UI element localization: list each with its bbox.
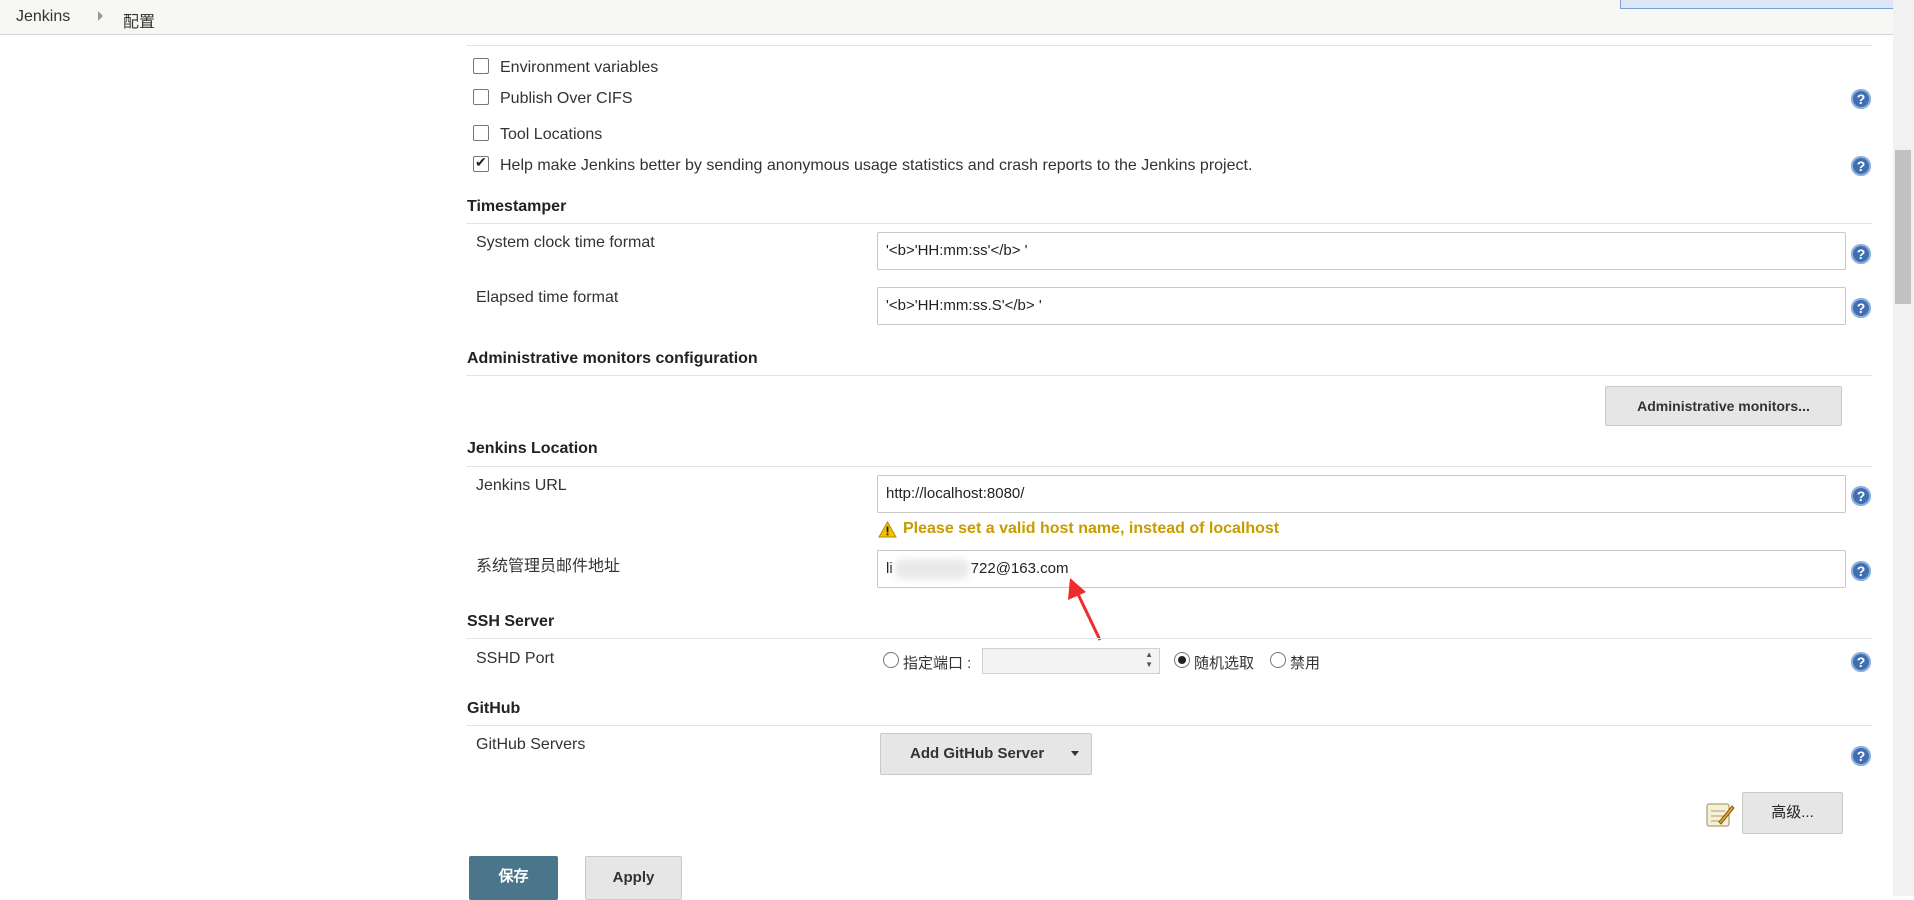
breadcrumb-separator-icon[interactable] [98, 11, 103, 21]
sshd-disable-radio[interactable] [1270, 652, 1286, 668]
annotation-arrow-icon [1068, 578, 1102, 641]
elapsed-time-label: Elapsed time format [476, 289, 619, 306]
advanced-button[interactable]: 高级... [1742, 792, 1843, 834]
elapsed-time-format-input[interactable]: '<b>'HH:mm:ss.S'</b> ' [877, 287, 1846, 325]
sshd-fixed-port-label: 指定端口 : [903, 655, 972, 672]
administrative-monitors-button[interactable]: Administrative monitors... [1605, 386, 1842, 426]
localhost-warning: Please set a valid host name, instead of… [903, 520, 1280, 537]
publish-cifs-checkbox[interactable] [473, 89, 489, 105]
save-button[interactable]: 保存 [469, 856, 558, 900]
github-title: GitHub [467, 700, 521, 717]
env-vars-checkbox[interactable] [473, 58, 489, 74]
add-github-server-button[interactable]: Add GitHub Server [880, 733, 1092, 775]
sshd-port-number-input[interactable]: ▲ ▼ [982, 648, 1160, 674]
redacted-blur [894, 559, 969, 580]
section-divider [466, 466, 1872, 467]
env-vars-label: Environment variables [500, 59, 659, 76]
sshd-fixed-port-radio[interactable] [883, 652, 899, 668]
sshd-random-port-label: 随机选取 [1194, 655, 1255, 672]
sshd-disable-label: 禁用 [1290, 655, 1321, 672]
help-icon[interactable]: ? [1851, 89, 1871, 109]
admin-monitors-title: Administrative monitors configuration [467, 350, 758, 367]
timestamper-title: Timestamper [467, 198, 567, 215]
help-icon[interactable]: ? [1851, 486, 1871, 506]
system-clock-label: System clock time format [476, 234, 655, 251]
help-icon[interactable]: ? [1851, 298, 1871, 318]
warning-icon [878, 521, 897, 538]
sshd-random-port-radio[interactable] [1174, 652, 1190, 668]
admin-email-input[interactable]: li 722@163.com [877, 550, 1846, 588]
add-github-server-label: Add GitHub Server [910, 745, 1045, 762]
tool-locations-label: Tool Locations [500, 126, 603, 143]
jenkins-url-input[interactable]: http://localhost:8080/ [877, 475, 1846, 513]
section-divider [466, 725, 1872, 726]
ssh-server-title: SSH Server [467, 613, 555, 630]
help-icon[interactable]: ? [1851, 652, 1871, 672]
section-divider [466, 638, 1872, 639]
breadcrumb-jenkins-link[interactable]: Jenkins [16, 8, 70, 26]
publish-cifs-label: Publish Over CIFS [500, 90, 633, 107]
tool-locations-checkbox[interactable] [473, 125, 489, 141]
usage-stats-label: Help make Jenkins better by sending anon… [500, 157, 1253, 174]
help-icon[interactable]: ? [1851, 561, 1871, 581]
jenkins-url-label: Jenkins URL [476, 477, 567, 494]
help-icon[interactable]: ? [1851, 244, 1871, 264]
section-divider [466, 375, 1872, 376]
usage-stats-checkbox[interactable] [473, 154, 489, 172]
section-divider [466, 223, 1872, 224]
github-servers-label: GitHub Servers [476, 736, 586, 753]
email-prefix: li [886, 560, 893, 577]
email-suffix: 722@163.com [970, 560, 1069, 577]
help-icon[interactable]: ? [1851, 746, 1871, 766]
notepad-icon [1706, 803, 1735, 827]
section-divider [466, 45, 1872, 46]
vertical-scrollbar[interactable] [1893, 0, 1914, 896]
sshd-port-label: SSHD Port [476, 650, 555, 667]
help-icon[interactable]: ? [1851, 156, 1871, 176]
jenkins-location-title: Jenkins Location [467, 440, 598, 457]
dropdown-caret-icon[interactable] [1071, 751, 1079, 756]
admin-email-label: 系统管理员邮件地址 [476, 558, 621, 575]
apply-button[interactable]: Apply [585, 856, 682, 900]
scrollbar-thumb[interactable] [1895, 150, 1911, 304]
system-clock-format-input[interactable]: '<b>'HH:mm:ss'</b> ' [877, 232, 1846, 270]
stepper-arrows-icon[interactable]: ▲ ▼ [1145, 650, 1153, 670]
breadcrumb-current[interactable]: 配置 [123, 8, 155, 32]
top-right-widget [1620, 0, 1902, 9]
